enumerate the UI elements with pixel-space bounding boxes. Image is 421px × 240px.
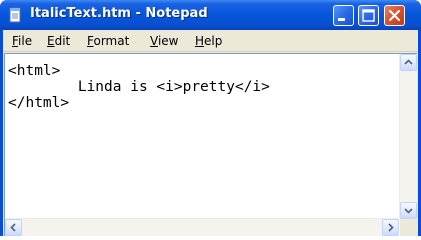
arrow-up-icon [404,59,413,65]
size-grip[interactable] [400,219,417,236]
scroll-down-button[interactable] [400,202,417,219]
maximize-icon [362,9,375,22]
menu-file[interactable]: File [12,33,32,49]
menu-format[interactable]: Format [87,33,129,49]
menu-help-label: elp [204,34,223,48]
menu-file-label: ile [18,34,33,48]
arrow-right-icon [388,223,394,232]
editor-text[interactable]: <html> Linda is <i>pretty</i> </html> [8,63,393,213]
scroll-up-button[interactable] [400,54,417,71]
vertical-scrollbar[interactable] [399,54,417,219]
text-editor[interactable]: <html> Linda is <i>pretty</i> </html> [4,53,417,236]
minimize-icon [338,18,345,21]
arrow-left-icon [10,223,16,232]
title-bar[interactable]: ItalicText.htm - Notepad [0,0,421,30]
menu-help-accel: H [195,34,205,48]
menu-format-label: ormat [93,34,130,48]
close-button[interactable] [384,5,405,26]
menu-view-accel: V [150,34,158,48]
menu-view-label: iew [157,34,179,48]
scroll-right-button[interactable] [382,219,399,236]
window-title: ItalicText.htm - Notepad [30,6,208,21]
notepad-window: ItalicText.htm - Notepad File Edit Forma… [0,0,421,236]
client-area: File Edit Format View Help <html> Linda … [3,30,418,236]
close-icon [388,9,401,22]
notepad-icon[interactable] [7,7,23,23]
menu-help[interactable]: Help [195,33,222,49]
minimize-button[interactable] [333,5,354,26]
scroll-left-button[interactable] [5,219,22,236]
horizontal-scrollbar[interactable] [5,218,399,236]
menu-edit[interactable]: Edit [47,33,70,49]
maximize-button[interactable] [358,5,379,26]
menu-edit-label: dit [54,34,71,48]
arrow-down-icon [404,208,413,214]
menu-bar: File Edit Format View Help [3,30,418,52]
menu-edit-accel: E [47,34,55,48]
menu-view[interactable]: View [150,33,178,49]
